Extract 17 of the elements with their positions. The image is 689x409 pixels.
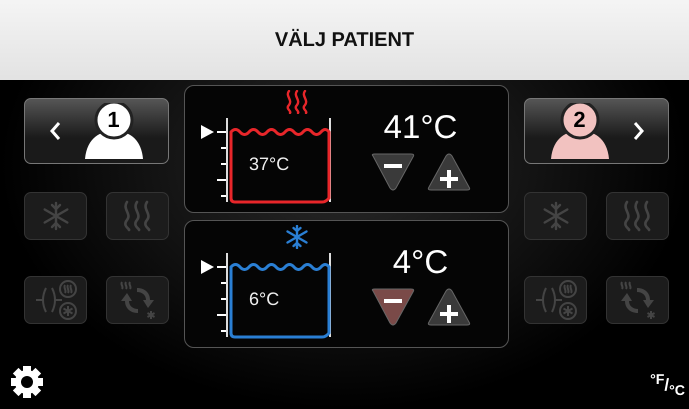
chevron-right-icon bbox=[632, 121, 644, 141]
person-icon bbox=[82, 103, 144, 159]
current-temperature: 6°C bbox=[249, 289, 280, 310]
snowflake-icon bbox=[40, 201, 70, 231]
current-temperature: 37°C bbox=[249, 154, 290, 175]
settings-icon[interactable] bbox=[10, 365, 44, 399]
unit-toggle[interactable]: $^{°F}$/$_{°C}$ bbox=[650, 372, 685, 399]
snowflake-icon bbox=[540, 201, 570, 231]
person-icon bbox=[548, 103, 610, 159]
target-temperature: 4°C bbox=[392, 243, 448, 281]
alternating-heat-cool-icon bbox=[34, 280, 78, 320]
target-temperature: 41°C bbox=[384, 108, 458, 146]
chevron-left-icon bbox=[48, 121, 60, 141]
patient-button[interactable]: 2 bbox=[524, 98, 669, 164]
alternating-heat-cool-icon bbox=[534, 280, 578, 320]
screen-title: VÄLJ PATIENT bbox=[274, 28, 414, 52]
patient-button[interactable]: 1 bbox=[24, 98, 169, 164]
